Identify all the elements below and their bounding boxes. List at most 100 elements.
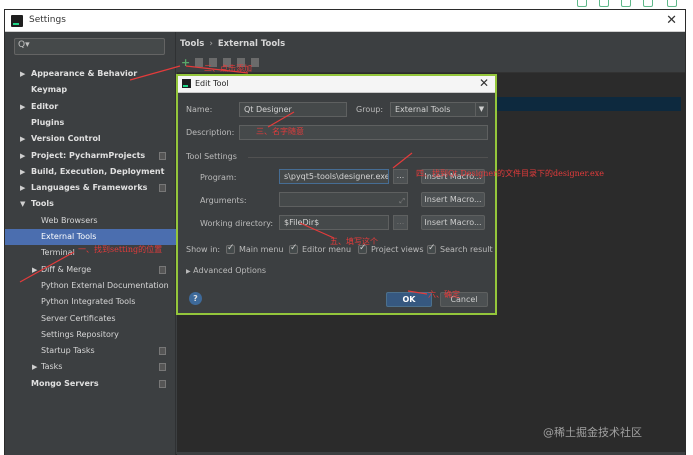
project-scope-icon <box>159 184 166 193</box>
sidebar-item-tools[interactable]: ▼ Tools <box>5 196 176 212</box>
sidebar-item-label: External Tools <box>41 232 97 241</box>
chevron-right-icon[interactable]: ▶ <box>20 148 25 164</box>
name-field[interactable]: Qt Designer <box>239 102 347 117</box>
move-down-icon[interactable] <box>251 58 259 67</box>
search-result-label: Search result <box>440 245 493 254</box>
edit-tool-dialog: Edit Tool ✕ Name: Qt Designer Group: Ext… <box>176 74 497 315</box>
chevron-right-icon[interactable]: ▶ <box>32 359 37 375</box>
working-directory-label: Working directory: <box>200 219 274 228</box>
add-icon[interactable]: + <box>181 56 190 69</box>
breadcrumb-item: External Tools <box>217 39 286 49</box>
arguments-insert-macro-button[interactable]: Insert Macro... <box>421 192 485 207</box>
sidebar-item-label: Keymap <box>31 85 68 95</box>
program-browse-button[interactable]: ... <box>393 169 408 184</box>
name-label: Name: <box>186 105 213 114</box>
chevron-right-icon[interactable]: ▶ <box>20 99 25 115</box>
chevron-right-icon[interactable]: ▶ <box>20 131 25 147</box>
toolbar-icon[interactable] <box>577 0 587 7</box>
sidebar-item-label: Editor <box>31 101 59 111</box>
working-directory-insert-macro-button[interactable]: Insert Macro... <box>421 215 485 230</box>
sidebar-item-mongo-servers[interactable]: Mongo Servers <box>5 376 176 392</box>
help-icon[interactable]: ? <box>189 292 202 305</box>
chevron-right-icon[interactable]: ▶ <box>20 180 25 196</box>
sidebar-item-project-pycharmprojects[interactable]: ▶ Project: PycharmProjects <box>5 148 176 164</box>
annotation-step-2: 二、点击添加 <box>204 64 252 73</box>
arguments-label: Arguments: <box>200 196 247 205</box>
annotation-step-6: 六、确定 <box>428 290 460 299</box>
sidebar-item-label: Tools <box>31 199 54 209</box>
sidebar-item-label: Version Control <box>31 134 101 144</box>
breadcrumb: Tools › External Tools <box>180 39 285 49</box>
group-select-value: External Tools <box>395 105 451 114</box>
project-scope-icon <box>159 265 166 274</box>
sidebar-item-plugins[interactable]: Plugins <box>5 115 176 131</box>
sidebar-item-label: Plugins <box>31 117 65 127</box>
sidebar-item-label: Project: PycharmProjects <box>31 150 146 160</box>
tool-settings-label: Tool Settings <box>186 152 237 161</box>
sidebar-item-label: Python External Documentation <box>41 280 169 290</box>
title-bar: Settings ✕ <box>5 10 685 32</box>
chevron-down-icon[interactable]: ▼ <box>20 196 25 212</box>
sidebar-item-version-control[interactable]: ▶ Version Control <box>5 131 176 147</box>
toolbar-icon[interactable] <box>621 0 631 7</box>
chevron-right-icon[interactable]: ▶ <box>20 66 25 82</box>
dialog-title-bar: Edit Tool ✕ <box>178 76 495 93</box>
group-label: Group: <box>356 105 384 114</box>
sidebar-item-label: Mongo Servers <box>31 378 99 388</box>
sidebar-item-label: Languages & Frameworks <box>31 183 148 193</box>
toolbar-icon[interactable] <box>643 0 653 7</box>
annotation-step-4: 四、找到Qt Designer的文件目录下的designer.exe <box>416 169 604 178</box>
group-select[interactable]: External Tools ▼ <box>390 102 488 117</box>
description-label: Description: <box>186 128 235 137</box>
toolbar-icon[interactable] <box>667 0 677 7</box>
working-directory-browse-button[interactable]: ... <box>393 215 408 230</box>
annotation-step-3: 三、名字随意 <box>256 127 304 136</box>
main-menu-checkbox[interactable] <box>226 243 235 254</box>
sidebar-item-python-external-documentation[interactable]: Python External Documentation <box>5 278 176 294</box>
sidebar-item-label: Appearance & Behavior <box>31 69 138 78</box>
window-title: Settings <box>29 15 66 25</box>
search-icon: Q▾ <box>18 40 30 50</box>
section-divider <box>248 157 488 158</box>
close-icon[interactable]: ✕ <box>666 13 677 28</box>
sidebar-item-diff-merge[interactable]: ▶ Diff & Merge <box>5 262 176 278</box>
close-icon[interactable]: ✕ <box>479 76 489 90</box>
sidebar-item-startup-tasks[interactable]: Startup Tasks <box>5 343 176 359</box>
toolbar-icon[interactable] <box>599 0 609 7</box>
sidebar-item-appearance-behavior[interactable]: ▶ Appearance & Behavior <box>5 66 176 82</box>
list-item[interactable] <box>495 97 681 111</box>
project-scope-icon <box>159 379 166 388</box>
expand-icon[interactable]: ⤢ <box>399 195 405 206</box>
sidebar-item-keymap[interactable]: Keymap <box>5 82 176 98</box>
sidebar-item-label: Server Certificates <box>41 313 116 323</box>
search-result-checkbox[interactable] <box>427 243 436 254</box>
sidebar-item-label: Startup Tasks <box>41 346 95 356</box>
project-views-label: Project views <box>371 245 424 254</box>
browser-toolbar <box>0 0 693 8</box>
program-label: Program: <box>200 173 237 182</box>
arguments-field[interactable]: ⤢ <box>279 192 408 207</box>
sidebar-item-build-execution-deployment[interactable]: ▶ Build, Execution, Deployment <box>5 164 176 180</box>
advanced-options-toggle[interactable]: ▶ Advanced Options <box>186 266 266 275</box>
settings-search-input[interactable]: Q▾ <box>14 38 165 55</box>
sidebar-item-external-tools[interactable]: External Tools <box>5 229 176 245</box>
sidebar-item-python-integrated-tools[interactable]: Python Integrated Tools <box>5 294 176 310</box>
sidebar-item-web-browsers[interactable]: Web Browsers <box>5 213 176 229</box>
sidebar-item-server-certificates[interactable]: Server Certificates <box>5 311 176 327</box>
remove-icon[interactable] <box>195 58 203 67</box>
sidebar-item-label: Web Browsers <box>41 215 98 225</box>
ok-button[interactable]: OK <box>386 292 432 307</box>
chevron-right-icon[interactable]: ▶ <box>32 262 37 278</box>
chevron-right-icon[interactable]: ▶ <box>20 164 25 180</box>
sidebar-item-languages-frameworks[interactable]: ▶ Languages & Frameworks <box>5 180 176 196</box>
breadcrumb-item[interactable]: Tools <box>180 39 204 49</box>
program-field[interactable]: s\pyqt5-tools\designer.exe <box>279 169 389 184</box>
editor-menu-checkbox[interactable] <box>289 243 298 254</box>
sidebar-item-editor[interactable]: ▶ Editor <box>5 99 176 115</box>
chevron-right-icon: ▶ <box>186 268 191 275</box>
dialog-title: Edit Tool <box>195 79 229 88</box>
working-directory-field[interactable]: $FileDir$ <box>279 215 389 230</box>
sidebar-item-settings-repository[interactable]: Settings Repository <box>5 327 176 343</box>
show-in-label: Show in: <box>186 245 221 254</box>
sidebar-item-tasks[interactable]: ▶ Tasks <box>5 359 176 375</box>
